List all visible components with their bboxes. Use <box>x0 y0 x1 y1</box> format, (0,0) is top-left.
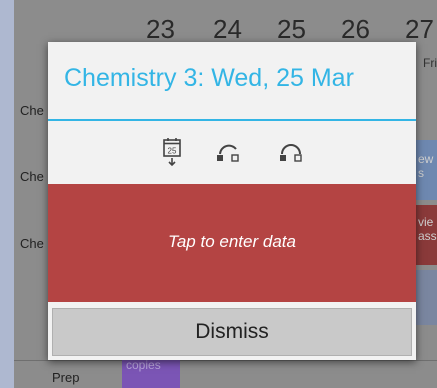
date-25[interactable]: 25 <box>277 14 306 45</box>
cell-text: ew s <box>418 152 434 180</box>
date-27[interactable]: 27 <box>405 14 434 45</box>
dismiss-button[interactable]: Dismiss <box>52 308 412 356</box>
undo-arc-icon[interactable] <box>214 137 242 167</box>
enter-data-area[interactable]: Tap to enter data <box>48 184 416 302</box>
lesson-dialog: Chemistry 3: Wed, 25 Mar 25 Tap to enter… <box>48 42 416 360</box>
date-24[interactable]: 24 <box>213 14 242 45</box>
calendar-cell[interactable] <box>416 270 437 325</box>
row-label: Che <box>20 169 44 184</box>
title-divider <box>48 119 416 121</box>
dialog-title: Chemistry 3: Wed, 25 Mar <box>64 64 354 92</box>
calendar-download-icon[interactable]: 25 <box>158 137 186 167</box>
calendar-day-number: 25 <box>168 147 177 156</box>
calendar-left-strip <box>0 0 14 388</box>
enter-data-prompt: Tap to enter data <box>168 232 296 251</box>
cell-text: copies <box>126 358 161 372</box>
date-23[interactable]: 23 <box>146 14 175 45</box>
date-26[interactable]: 26 <box>341 14 370 45</box>
prep-event-cell[interactable]: copies <box>122 358 180 388</box>
calendar-cell-event[interactable]: ew s <box>416 140 437 200</box>
row-label: Che <box>20 236 44 251</box>
cell-text: vie ass <box>418 215 437 243</box>
row-label: Che <box>20 103 44 118</box>
day-label-fri: Fri <box>423 56 437 70</box>
redo-arc-icon[interactable] <box>277 137 305 167</box>
row-label-prep: Prep <box>52 370 80 385</box>
calendar-cell-event[interactable]: vie ass <box>416 205 437 265</box>
dialog-toolbar: 25 <box>48 122 416 184</box>
grid-divider <box>14 360 437 361</box>
